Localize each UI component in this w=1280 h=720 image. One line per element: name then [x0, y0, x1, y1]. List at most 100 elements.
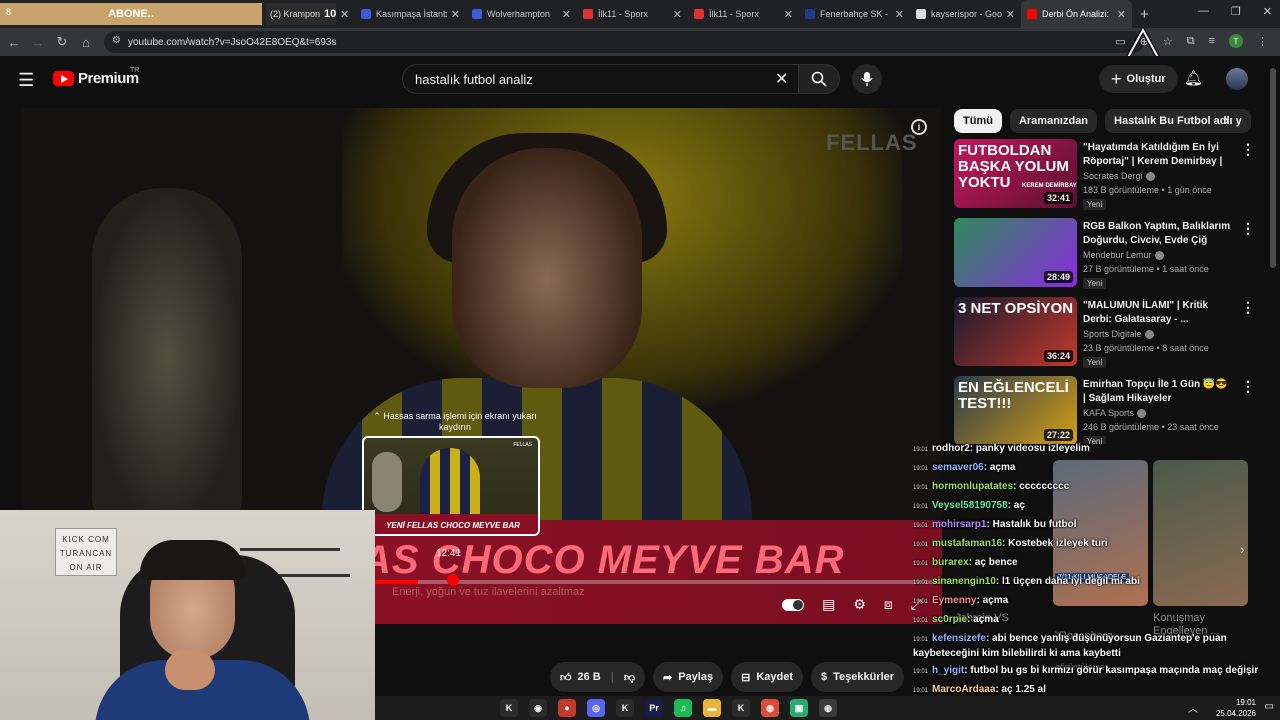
system-clock[interactable]: 19:01 25.04.2026 [1216, 697, 1256, 719]
chat-username[interactable]: Eymenny [932, 595, 976, 606]
page-scrollbar[interactable] [1270, 68, 1276, 268]
hamburger-menu-icon[interactable]: ☰ [18, 70, 34, 91]
video-thumbnail[interactable]: EN EĞLENCELİ TEST!!! 27:22 [954, 376, 1077, 444]
video-item[interactable]: 3 NET OPSİYON 36:24 "MALUMUN İLAMI" | Krit… [954, 297, 1274, 369]
kick-icon[interactable]: K [500, 699, 518, 717]
folder-icon[interactable]: ▬ [703, 699, 721, 717]
chip-from-search[interactable]: Aramanızdan [1009, 109, 1098, 133]
tab-close-icon[interactable]: ✕ [340, 8, 349, 21]
video-title[interactable]: RGB Balkon Yaptım, Balıklarım Doğurdu, C… [1083, 220, 1233, 248]
app-icon[interactable]: ▣ [790, 699, 808, 717]
save-button[interactable]: ⊟ Kaydet [731, 662, 803, 692]
video-title[interactable]: Emirhan Topçu İle 1 Gün 😇😎 | Sağlam Hika… [1083, 378, 1233, 406]
thanks-button[interactable]: $ Teşekkürler [811, 662, 905, 692]
home-icon[interactable]: ⌂ [74, 35, 98, 50]
chat-username[interactable]: kefensizefe [932, 633, 986, 644]
reload-icon[interactable]: ↻ [50, 34, 74, 50]
search-button[interactable] [798, 64, 840, 94]
subtitles-icon[interactable]: ▤ [822, 596, 835, 613]
site-info-icon[interactable]: ⚙ [112, 35, 121, 46]
minimize-button[interactable]: — [1198, 5, 1209, 18]
discord-icon[interactable]: ◎ [587, 699, 605, 717]
video-thumbnail[interactable]: FUTBOLDAN BAŞKA YOLUM YOKTU KEREM DEMİRBA… [954, 139, 1077, 208]
video-menu-icon[interactable]: ⋮ [1241, 378, 1255, 395]
voice-search-button[interactable] [852, 64, 882, 94]
video-channel[interactable]: Socrates Dergi [1083, 171, 1155, 182]
media-icon[interactable]: ≡ [1209, 35, 1215, 47]
browser-tab[interactable]: kayserispor - Goo ✕ [910, 0, 1021, 28]
settings-gear-icon[interactable]: ⚙ [853, 596, 866, 613]
tab-abone[interactable]: 8 ABONE.. (2) Krampon 10 ✕ [0, 0, 355, 28]
video-item[interactable]: FUTBOLDAN BAŞKA YOLUM YOKTU KEREM DEMİRBA… [954, 139, 1274, 211]
browser-tab[interactable]: Fenerbahçe SK - E ✕ [799, 0, 910, 28]
chat-username[interactable]: semaver06 [932, 462, 984, 473]
spotify-icon[interactable]: ♫ [674, 699, 692, 717]
tray-chevron-icon[interactable]: ︿ [1188, 700, 1198, 715]
video-channel[interactable]: Mendebur Lemur [1083, 250, 1164, 261]
chat-username[interactable]: hormonlupatates [932, 481, 1013, 492]
tab-close-icon[interactable]: ✕ [895, 8, 904, 21]
video-menu-icon[interactable]: ⋮ [1241, 299, 1255, 316]
clear-search-icon[interactable]: ✕ [775, 69, 788, 89]
browser-tab[interactable]: İlk11 - Sporx ✕ [688, 0, 799, 28]
video-title[interactable]: "Hayatımda Katıldığım En İyi Röportaj" |… [1083, 141, 1233, 169]
video-title[interactable]: "MALUMUN İLAMI" | Kritik Derbi: Galatasa… [1083, 299, 1233, 327]
chat-username[interactable]: sc0rpie [932, 614, 967, 625]
chat-username[interactable]: sinanengin10 [932, 576, 996, 587]
tab-close-icon[interactable]: ✕ [1006, 8, 1015, 21]
chat-username[interactable]: MarcoArdaaa [932, 684, 995, 695]
chat-username[interactable]: rodhor2 [932, 443, 970, 454]
account-avatar[interactable] [1226, 68, 1248, 90]
notifications-bell-icon[interactable]: 🔔︎ [1184, 69, 1203, 87]
share-button[interactable]: ➦ Paylaş [653, 662, 724, 692]
browser-menu-icon[interactable]: ⋮ [1257, 35, 1268, 48]
youtube-premium-logo[interactable]: Premium [53, 70, 139, 87]
video-menu-icon[interactable]: ⋮ [1241, 220, 1255, 237]
chips-next-icon[interactable]: › [1224, 112, 1229, 130]
chat-username[interactable]: mohirsarp1 [932, 519, 986, 530]
premiere-icon[interactable]: Pr [645, 699, 663, 717]
obs-icon[interactable]: ◉ [529, 699, 547, 717]
info-icon[interactable]: i [911, 119, 927, 135]
video-item[interactable]: 28:49 RGB Balkon Yaptım, Balıklarım Doğur… [954, 218, 1274, 290]
miniplayer-icon[interactable]: ⧈ [884, 596, 893, 613]
chat-username[interactable]: burarex [932, 557, 969, 568]
create-button[interactable]: + Oluştur [1099, 65, 1178, 93]
video-item[interactable]: EN EĞLENCELİ TEST!!! 27:22 Emirhan Topçu İ… [954, 376, 1274, 444]
tab-close-icon[interactable]: ✕ [562, 8, 571, 21]
restore-button[interactable]: ❐ [1231, 5, 1241, 18]
thumbs-down-icon[interactable]: 👎︎ [624, 671, 635, 684]
profile-avatar[interactable]: T [1229, 34, 1243, 48]
autoplay-toggle[interactable] [782, 598, 805, 611]
chat-username[interactable]: mustafaman16 [932, 538, 1002, 549]
like-button[interactable]: 👍︎ 26 B | 👎︎ [550, 662, 645, 692]
tab-close-icon[interactable]: ✕ [673, 8, 682, 21]
video-thumbnail[interactable]: 28:49 [954, 218, 1077, 287]
browser-tab[interactable]: Derbi Ön Analizi: ✕ [1021, 0, 1132, 28]
notification-center-icon[interactable]: ▭ [1265, 701, 1274, 712]
url-field[interactable]: ⚙ youtube.com/watch?v=JsoO42E8OEQ&t=693s [104, 31, 1144, 53]
extensions-icon[interactable]: ⧉ [1187, 35, 1195, 48]
chat-username[interactable]: h_yigit [932, 665, 964, 676]
tab-close-icon[interactable]: ✕ [451, 8, 460, 21]
new-tab-button[interactable]: + [1140, 6, 1149, 23]
chip-all[interactable]: Tümü [954, 109, 1002, 133]
progress-scrubber[interactable] [447, 574, 459, 586]
search-input[interactable]: hastalık futbol analiz [402, 64, 800, 94]
tab-close-icon[interactable]: ✕ [1117, 8, 1126, 21]
back-icon[interactable]: ← [2, 35, 26, 50]
chrome-icon[interactable]: ◍ [761, 699, 779, 717]
browser-tab[interactable]: Kasımpaşa İstanbu ✕ [355, 0, 466, 28]
video-channel[interactable]: KAFA Sports [1083, 408, 1147, 419]
forward-icon[interactable]: → [26, 35, 50, 50]
kick-icon-3[interactable]: K [732, 699, 750, 717]
record-icon[interactable]: ● [558, 699, 576, 717]
video-channel[interactable]: Sports Digitale [1083, 329, 1154, 340]
window-close-button[interactable]: ✕ [1263, 5, 1272, 18]
browser-tab[interactable]: Wolverhampton ✕ [466, 0, 577, 28]
tab-close-icon[interactable]: ✕ [784, 8, 793, 21]
chrome-active-icon[interactable]: ◍ [819, 699, 837, 717]
video-thumbnail[interactable]: 3 NET OPSİYON 36:24 [954, 297, 1077, 366]
browser-tab[interactable]: İlk11 - Sporx ✕ [577, 0, 688, 28]
chat-username[interactable]: Veysel58190758 [932, 500, 1008, 511]
